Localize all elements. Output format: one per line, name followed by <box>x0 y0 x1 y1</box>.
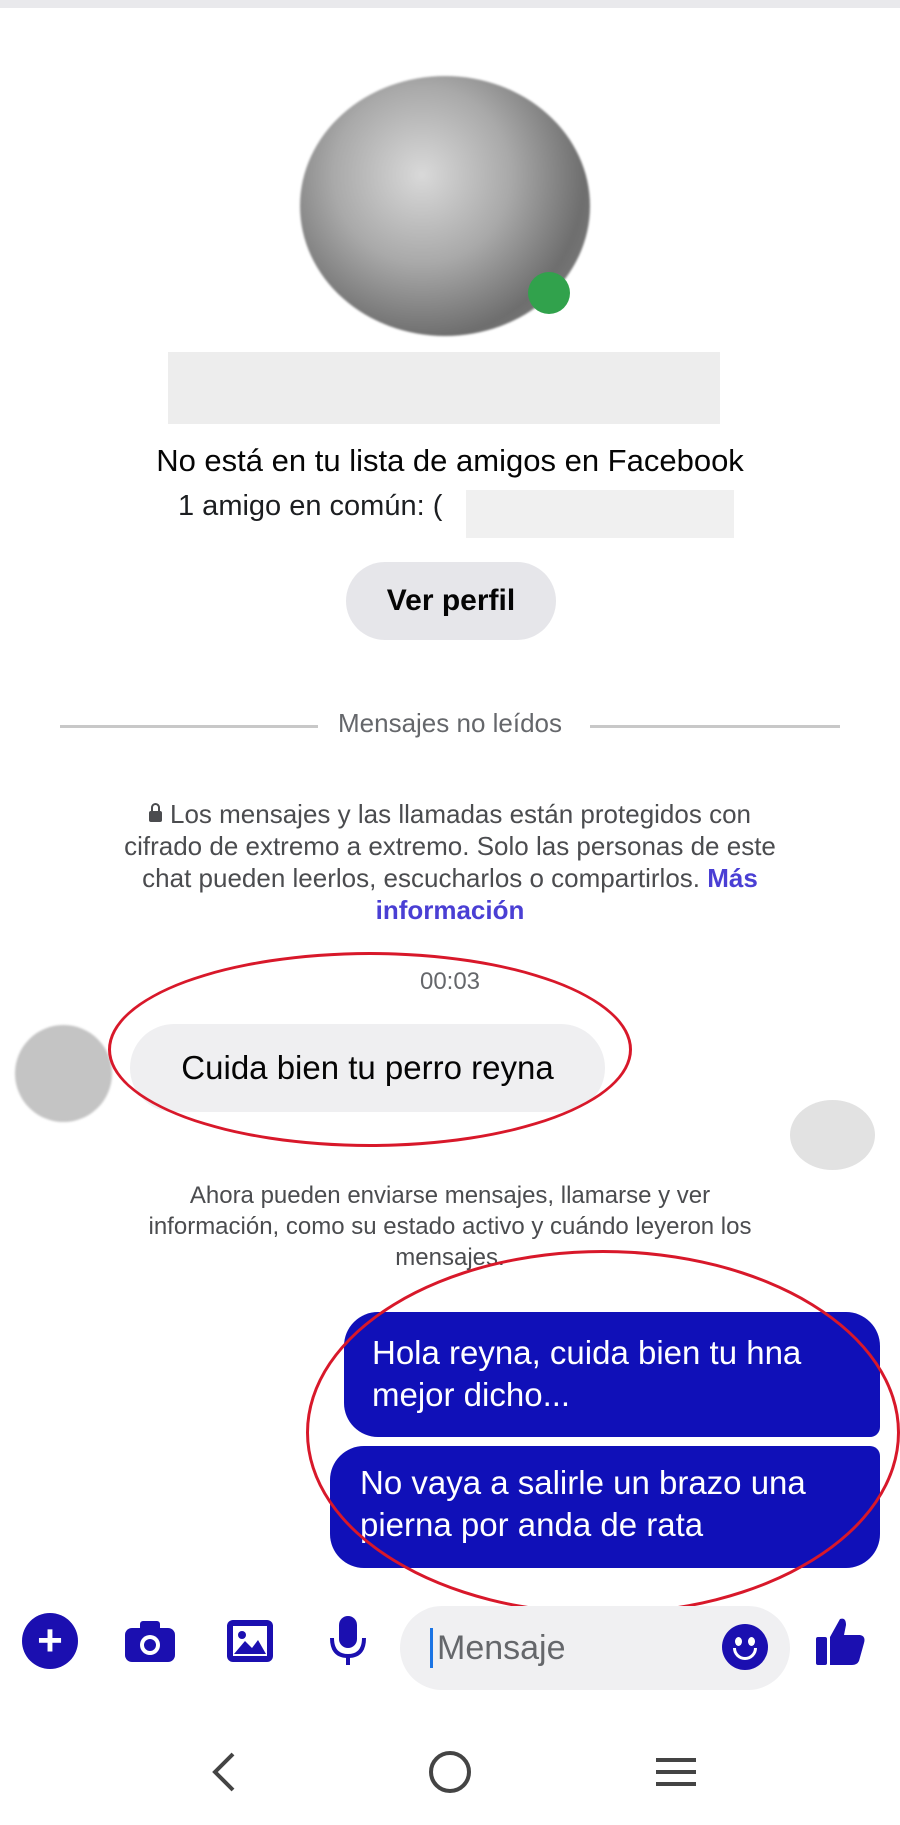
back-icon[interactable] <box>194 1742 254 1802</box>
redacted-mutual-friend <box>466 490 734 538</box>
view-profile-button[interactable]: Ver perfil <box>346 562 556 640</box>
unread-messages-divider: Mensajes no leídos <box>337 708 563 738</box>
camera-icon[interactable] <box>122 1613 178 1669</box>
text-caret <box>430 1628 433 1668</box>
emoji-smile <box>733 1648 757 1660</box>
profile-avatar[interactable] <box>300 76 590 336</box>
plus-icon[interactable]: + <box>22 1613 78 1669</box>
menu-icon[interactable] <box>646 1742 706 1802</box>
not-friends-notice: No está en tu lista de amigos en Faceboo… <box>156 443 744 478</box>
encryption-notice-text: Los mensajes y las llamadas están proteg… <box>124 799 776 893</box>
microphone-icon[interactable] <box>320 1613 376 1669</box>
emoji-icon[interactable] <box>722 1624 768 1670</box>
mutual-friends-text: 1 amigo en común: ( <box>178 490 443 522</box>
highlight-ellipse-incoming <box>108 952 632 1147</box>
status-bar-edge <box>0 0 900 8</box>
home-icon[interactable] <box>420 1742 480 1802</box>
lock-icon <box>149 803 162 822</box>
image-icon[interactable] <box>222 1613 278 1669</box>
encryption-notice: Los mensajes y las llamadas están proteg… <box>120 798 780 926</box>
highlight-ellipse-outgoing <box>306 1250 900 1615</box>
seen-indicator-avatar <box>790 1100 875 1170</box>
message-input-placeholder: Mensaje <box>437 1628 566 1667</box>
online-status-dot <box>528 272 570 314</box>
thumbs-up-icon[interactable] <box>812 1613 868 1669</box>
sender-avatar[interactable] <box>15 1025 112 1122</box>
redacted-profile-name <box>168 352 720 424</box>
